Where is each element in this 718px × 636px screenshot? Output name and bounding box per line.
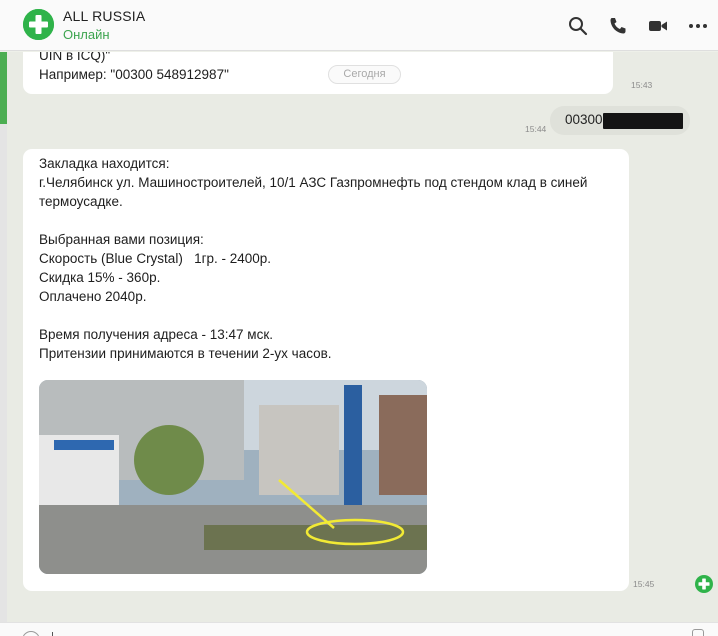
chat-header: ALL RUSSIA Онлайн bbox=[0, 0, 718, 51]
message-line: Скидка 15% - 360р. bbox=[39, 270, 161, 285]
redaction-bar bbox=[603, 113, 683, 129]
incoming-message[interactable]: UIN в ICQ)" Например: "00300 548912987" bbox=[23, 52, 613, 94]
incoming-message[interactable]: Закладка находится: г.Челябинск ул. Маши… bbox=[23, 149, 629, 591]
contact-info[interactable]: ALL RUSSIA Онлайн bbox=[63, 8, 145, 42]
search-icon[interactable] bbox=[558, 6, 598, 46]
plus-logo-icon bbox=[23, 9, 54, 40]
outgoing-text: 00300 bbox=[565, 112, 603, 127]
message-line: Например: "00300 548912987" bbox=[39, 67, 229, 82]
phone-icon[interactable] bbox=[598, 6, 638, 46]
message-line: г.Челябинск ул. Машиностроителей, 10/1 А… bbox=[39, 175, 588, 190]
chat-area[interactable]: UIN в ICQ)" Например: "00300 548912987" … bbox=[7, 52, 718, 622]
message-line: UIN в ICQ)" bbox=[39, 52, 111, 63]
message-line: Закладка находится: bbox=[39, 156, 170, 171]
video-icon[interactable] bbox=[638, 6, 678, 46]
attached-photo[interactable] bbox=[39, 380, 427, 574]
message-line: Притензии принимаются в течении 2-ух час… bbox=[39, 346, 332, 361]
date-separator: Сегодня bbox=[328, 65, 401, 84]
message-time: 15:44 bbox=[525, 124, 547, 134]
header-actions bbox=[558, 0, 718, 51]
message-time: 15:43 bbox=[631, 80, 653, 90]
contact-status: Онлайн bbox=[63, 27, 110, 42]
outgoing-message[interactable]: 00300 bbox=[550, 106, 690, 135]
message-time: 15:45 bbox=[633, 579, 655, 589]
left-gutter bbox=[0, 124, 7, 622]
message-line: Оплачено 2040р. bbox=[39, 289, 147, 304]
more-icon[interactable] bbox=[678, 6, 718, 46]
message-line: Время получения адреса - 13:47 мск. bbox=[39, 327, 273, 342]
attach-icon[interactable] bbox=[692, 629, 704, 636]
add-icon[interactable] bbox=[695, 575, 713, 593]
message-line: термоусадке. bbox=[39, 194, 123, 209]
message-composer[interactable] bbox=[0, 622, 718, 636]
message-line: Скорость (Blue Crystal) 1гр. - 2400р. bbox=[39, 251, 272, 266]
contact-avatar[interactable] bbox=[23, 9, 54, 40]
left-accent-strip bbox=[0, 52, 7, 124]
contact-name: ALL RUSSIA bbox=[63, 8, 146, 24]
text-caret bbox=[52, 632, 53, 636]
smiley-icon[interactable] bbox=[22, 631, 40, 636]
message-line: Выбранная вами позиция: bbox=[39, 232, 204, 247]
